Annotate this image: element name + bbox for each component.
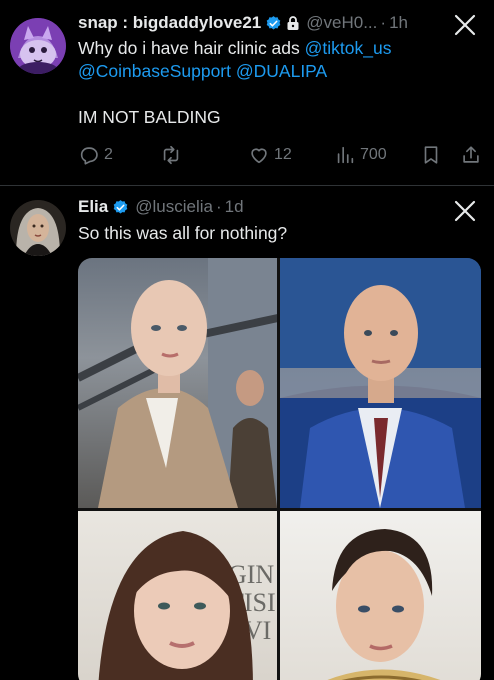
tweet-text-line1: Why do i have hair clinic ads bbox=[78, 38, 305, 58]
timestamp[interactable]: 1d bbox=[225, 196, 244, 218]
share-icon bbox=[463, 146, 479, 163]
verified-badge-icon bbox=[113, 199, 128, 214]
bookmark-button[interactable] bbox=[420, 144, 442, 166]
handle[interactable]: @luscielia bbox=[135, 196, 213, 218]
tweet-header: Elia @luscielia · 1d bbox=[78, 196, 244, 218]
separator: · bbox=[380, 13, 387, 32]
mention-link[interactable]: @CoinbaseSupport bbox=[78, 61, 231, 81]
close-icon[interactable] bbox=[454, 14, 476, 36]
reply-icon bbox=[80, 147, 98, 165]
media-photo-4[interactable] bbox=[280, 511, 481, 680]
verified-badge-icon bbox=[266, 15, 281, 30]
tweet-1[interactable]: snap : bigdaddylove21 @veH0... · 1h Why … bbox=[0, 0, 494, 186]
display-name[interactable]: snap : bigdaddylove21 bbox=[78, 12, 261, 34]
tweet-header: snap : bigdaddylove21 @veH0... · 1h bbox=[78, 12, 408, 34]
media-photo-3[interactable]: GIN M TISI EVI bbox=[78, 511, 277, 680]
media-photo-2[interactable] bbox=[280, 258, 481, 508]
media-grid[interactable]: GIN M TISI EVI bbox=[78, 258, 481, 680]
lock-icon bbox=[287, 16, 299, 30]
avatar[interactable] bbox=[10, 18, 66, 74]
tweet-text: Why do i have hair clinic ads @tiktok_us… bbox=[78, 37, 478, 129]
views-button[interactable]: 700 bbox=[334, 144, 387, 166]
mention-link[interactable]: @tiktok_us bbox=[305, 38, 392, 58]
tweet-text-para2: IM NOT BALDING bbox=[78, 107, 221, 127]
timestamp[interactable]: 1h bbox=[389, 12, 408, 34]
avatar[interactable] bbox=[10, 200, 66, 256]
share-button[interactable] bbox=[460, 144, 482, 166]
like-button[interactable]: 12 bbox=[248, 144, 292, 166]
separator: · bbox=[215, 197, 222, 216]
retweet-button[interactable] bbox=[160, 144, 182, 166]
views-icon bbox=[337, 146, 354, 164]
media-photo-1[interactable] bbox=[78, 258, 277, 508]
bookmark-icon bbox=[424, 146, 438, 164]
like-icon bbox=[251, 148, 267, 164]
reply-count: 2 bbox=[104, 146, 113, 163]
tweet-text: So this was all for nothing? bbox=[78, 223, 288, 243]
display-name[interactable]: Elia bbox=[78, 196, 108, 218]
tweet-2[interactable]: Elia @luscielia · 1d So this was all for… bbox=[0, 186, 494, 680]
like-count: 12 bbox=[274, 146, 292, 163]
action-bar: 2 12 700 bbox=[78, 144, 484, 170]
mention-link[interactable]: @DUALIPA bbox=[236, 61, 327, 81]
handle[interactable]: @veH0... bbox=[306, 12, 377, 34]
views-count: 700 bbox=[360, 146, 387, 163]
retweet-icon bbox=[163, 145, 179, 165]
reply-button[interactable]: 2 bbox=[78, 144, 113, 166]
close-icon[interactable] bbox=[454, 200, 476, 222]
